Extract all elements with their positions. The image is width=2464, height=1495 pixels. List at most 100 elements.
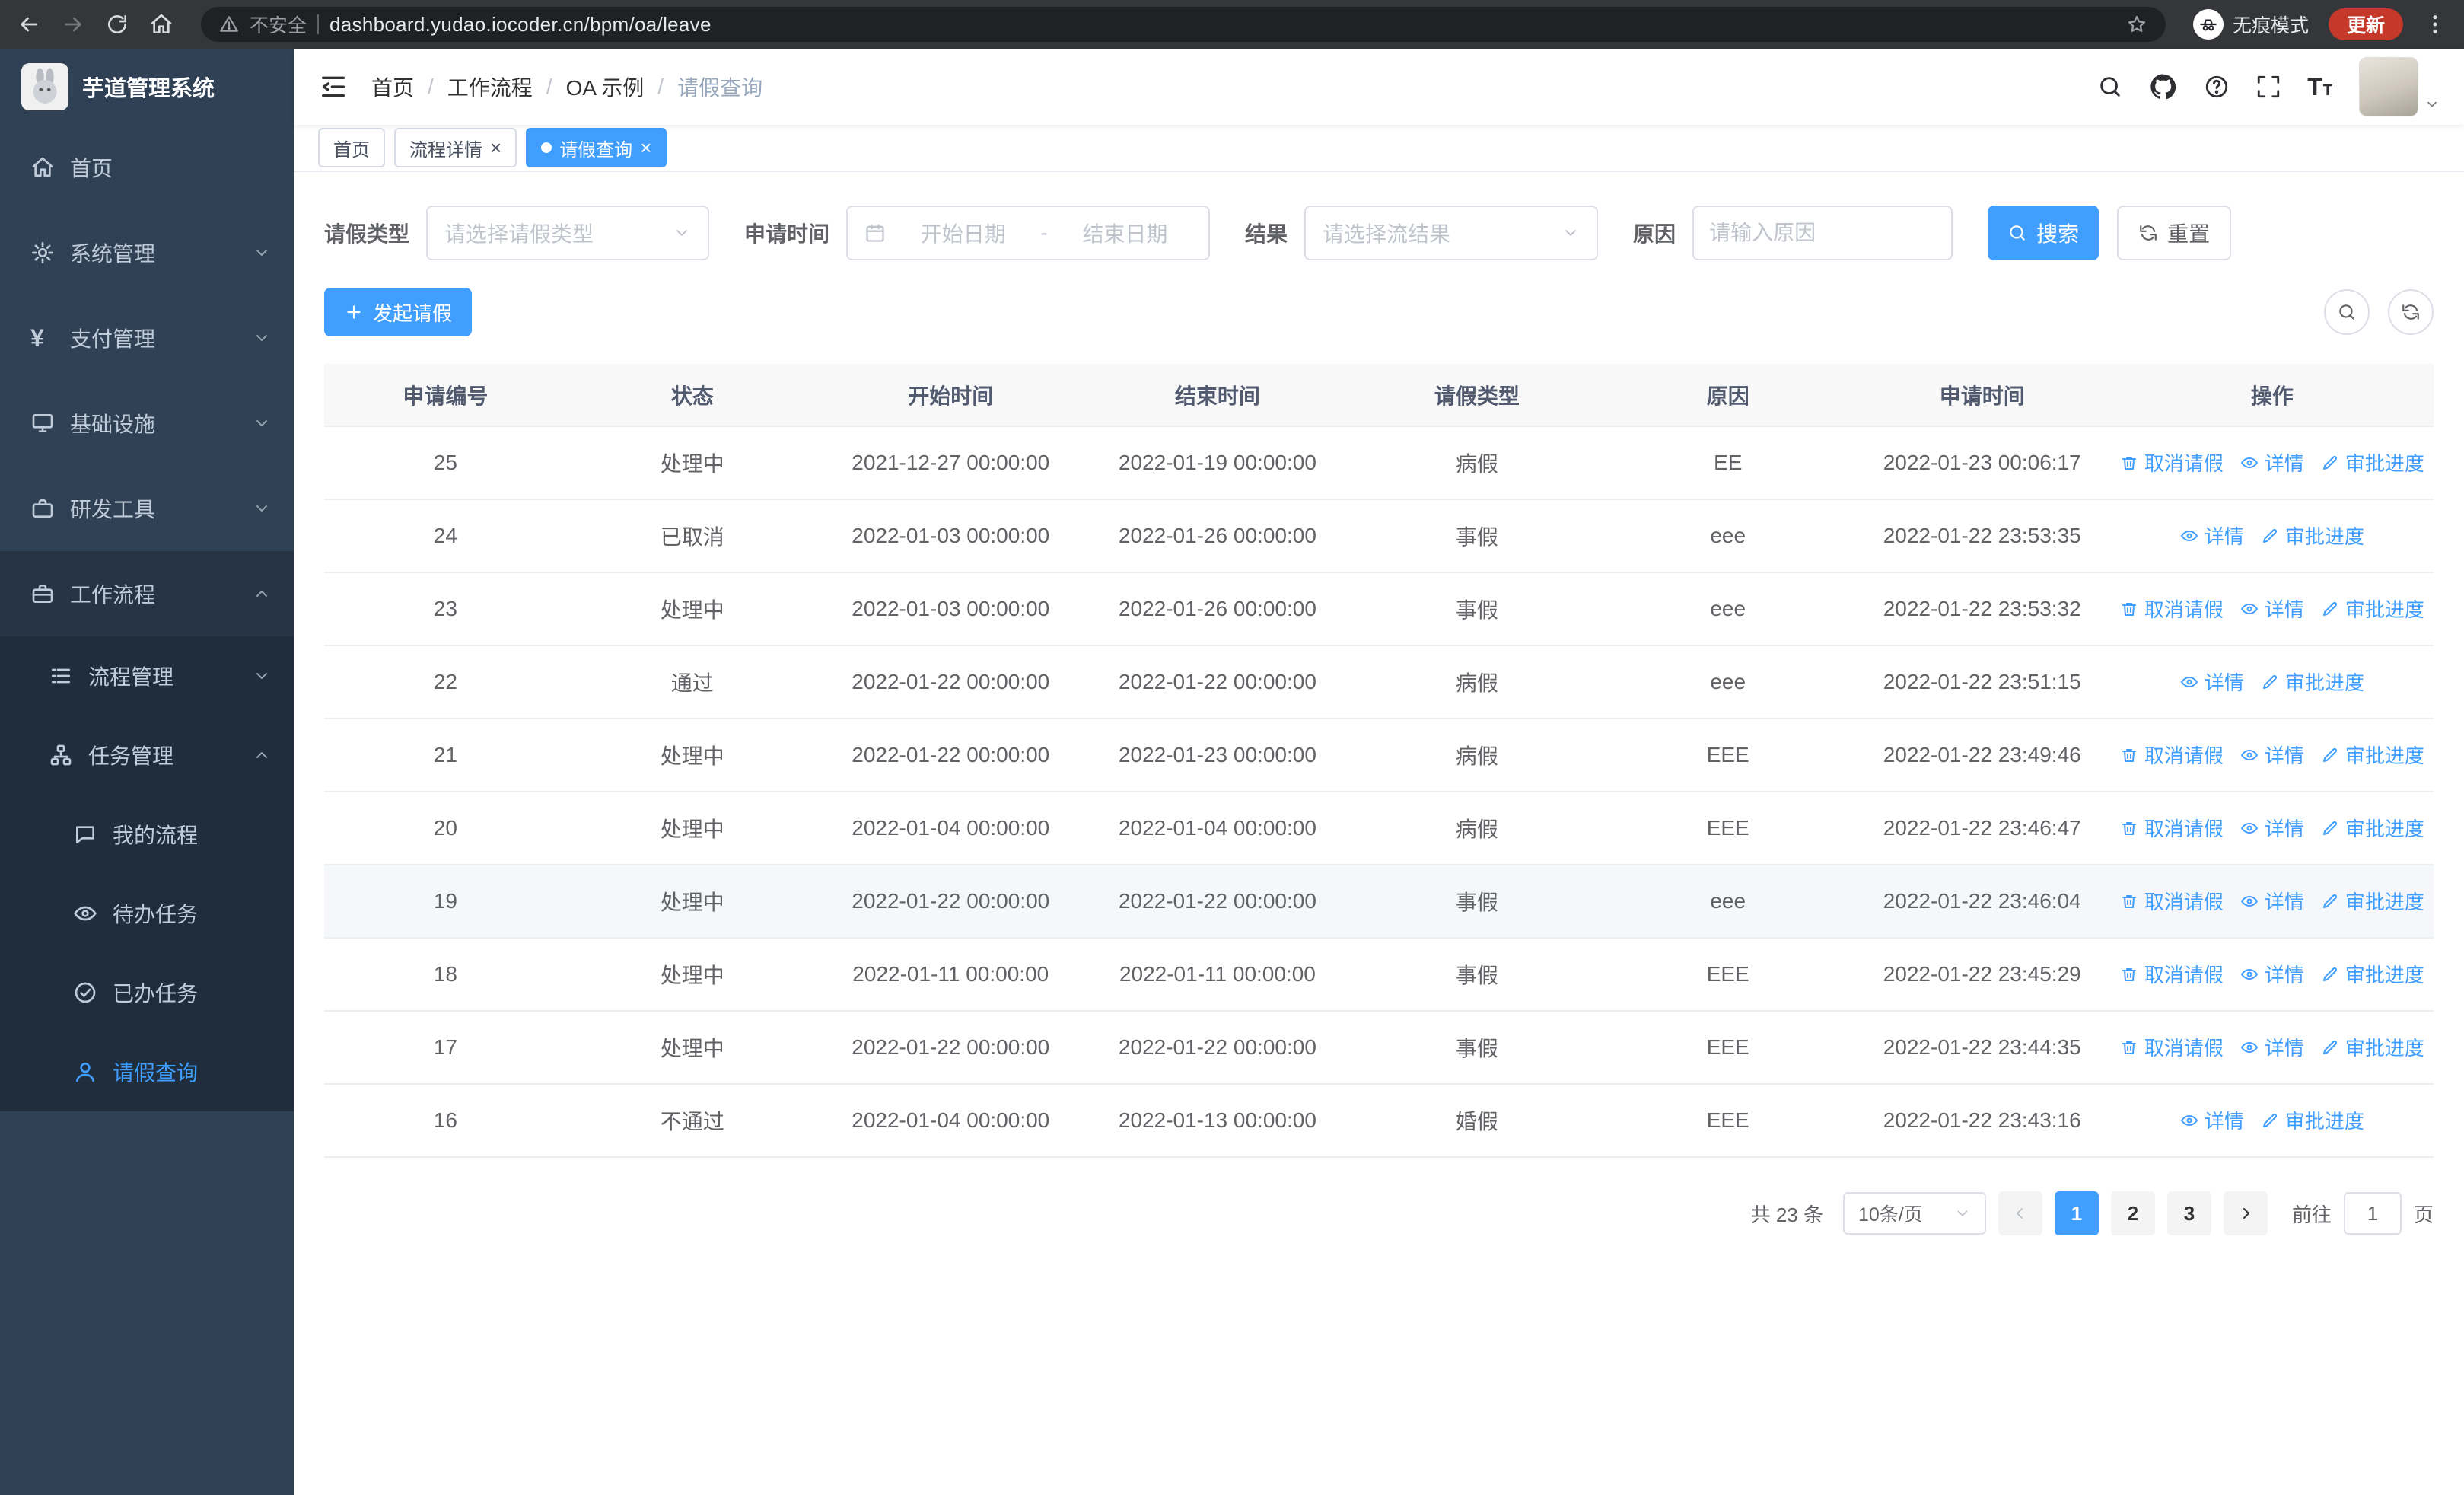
sidebar-item-payment-mgmt[interactable]: ¥ 支付管理 bbox=[0, 295, 294, 381]
cell-reason: eee bbox=[1602, 572, 1854, 646]
cell-status: 处理中 bbox=[566, 938, 818, 1012]
op-label: 审批进度 bbox=[2284, 525, 2364, 549]
cancel-leave-link[interactable]: 取消请假 bbox=[2120, 594, 2224, 623]
cancel-leave-link[interactable]: 取消请假 bbox=[2120, 814, 2224, 842]
result-label: 结果 bbox=[1245, 222, 1288, 246]
close-icon[interactable]: × bbox=[490, 138, 501, 158]
close-icon[interactable]: × bbox=[640, 138, 651, 158]
approval-progress-link[interactable]: 审批进度 bbox=[2321, 741, 2424, 769]
detail-link[interactable]: 详情 bbox=[2240, 741, 2304, 769]
approval-progress-link[interactable]: 审批进度 bbox=[2261, 1106, 2364, 1134]
approval-progress-link[interactable]: 审批进度 bbox=[2321, 1033, 2424, 1061]
op-label: 详情 bbox=[2264, 744, 2304, 768]
sidebar-item-task-mgmt[interactable]: 任务管理 bbox=[0, 716, 294, 795]
fullscreen-icon[interactable] bbox=[2255, 74, 2281, 100]
cancel-leave-link[interactable]: 取消请假 bbox=[2120, 448, 2224, 477]
op-label: 详情 bbox=[2264, 598, 2304, 622]
sidebar-item-done-tasks[interactable]: 已办任务 bbox=[0, 953, 294, 1032]
result-select[interactable]: 请选择流结果 bbox=[1304, 206, 1599, 260]
chevron-down-icon bbox=[1561, 224, 1580, 242]
cell-reason: EEE bbox=[1602, 938, 1854, 1012]
sidebar-item-process-mgmt[interactable]: 流程管理 bbox=[0, 636, 294, 716]
app-logo[interactable]: 芋道管理系统 bbox=[0, 49, 294, 125]
op-label: 详情 bbox=[2204, 525, 2244, 549]
approval-progress-link[interactable]: 审批进度 bbox=[2321, 594, 2424, 623]
tab-home[interactable]: 首页 bbox=[318, 128, 385, 167]
create-leave-button[interactable]: 发起请假 bbox=[324, 288, 473, 336]
update-button[interactable]: 更新 bbox=[2328, 8, 2403, 40]
font-size-icon[interactable]: TT bbox=[2307, 73, 2333, 101]
cancel-leave-link[interactable]: 取消请假 bbox=[2120, 887, 2224, 915]
breadcrumb-item[interactable]: OA 示例 bbox=[566, 72, 645, 102]
security-label[interactable]: 不安全 bbox=[250, 11, 307, 38]
breadcrumb-item[interactable]: 工作流程 bbox=[447, 72, 533, 102]
url-text[interactable]: dashboard.yudao.iocoder.cn/bpm/oa/leave bbox=[329, 13, 2115, 37]
page-button[interactable]: 1 bbox=[2054, 1191, 2099, 1235]
cancel-leave-link[interactable]: 取消请假 bbox=[2120, 741, 2224, 769]
tab-leave-query[interactable]: 请假查询 × bbox=[526, 128, 667, 167]
end-date-placeholder[interactable]: 结束日期 bbox=[1059, 218, 1192, 248]
approval-progress-link[interactable]: 审批进度 bbox=[2321, 448, 2424, 477]
reset-button[interactable]: 重置 bbox=[2117, 206, 2232, 260]
search-button[interactable]: 搜索 bbox=[1988, 206, 2099, 260]
detail-link[interactable]: 详情 bbox=[2240, 887, 2304, 915]
detail-link[interactable]: 详情 bbox=[2240, 594, 2304, 623]
url-bar[interactable]: 不安全 dashboard.yudao.iocoder.cn/bpm/oa/le… bbox=[201, 7, 2166, 42]
reason-input[interactable] bbox=[1709, 221, 1937, 245]
cell-reason: EEE bbox=[1602, 719, 1854, 792]
approval-progress-link[interactable]: 审批进度 bbox=[2261, 521, 2364, 550]
detail-link[interactable]: 详情 bbox=[2240, 814, 2304, 842]
help-icon[interactable] bbox=[2204, 74, 2230, 100]
sidebar-item-leave-query[interactable]: 请假查询 bbox=[0, 1032, 294, 1111]
refresh-table-button[interactable] bbox=[2388, 289, 2434, 335]
page-size-select[interactable]: 10条/页 bbox=[1842, 1192, 1986, 1235]
sidebar-item-dev-tools[interactable]: 研发工具 bbox=[0, 466, 294, 551]
github-icon[interactable] bbox=[2149, 72, 2178, 101]
sidebar-item-home[interactable]: 首页 bbox=[0, 125, 294, 210]
chevron-right-icon bbox=[2236, 1204, 2255, 1222]
sidebar-item-workflow[interactable]: 工作流程 bbox=[0, 551, 294, 636]
sidebar-item-my-processes[interactable]: 我的流程 bbox=[0, 795, 294, 874]
user-avatar[interactable] bbox=[2359, 57, 2440, 116]
toggle-search-button[interactable] bbox=[2324, 289, 2370, 335]
sidebar-item-todo-tasks[interactable]: 待办任务 bbox=[0, 874, 294, 953]
detail-link[interactable]: 详情 bbox=[2240, 1033, 2304, 1061]
column-header: 开始时间 bbox=[817, 364, 1084, 427]
cancel-leave-link[interactable]: 取消请假 bbox=[2120, 960, 2224, 988]
cell-start: 2022-01-22 00:00:00 bbox=[817, 645, 1084, 719]
detail-link[interactable]: 详情 bbox=[2240, 448, 2304, 477]
cell-reason: EEE bbox=[1602, 792, 1854, 865]
cancel-leave-link[interactable]: 取消请假 bbox=[2120, 1033, 2224, 1061]
approval-progress-link[interactable]: 审批进度 bbox=[2261, 668, 2364, 696]
detail-link[interactable]: 详情 bbox=[2240, 960, 2304, 988]
browser-home-icon[interactable] bbox=[149, 12, 173, 37]
dev-tools-icon bbox=[30, 496, 55, 521]
tab-process-detail[interactable]: 流程详情 × bbox=[394, 128, 517, 167]
cell-start: 2022-01-22 00:00:00 bbox=[817, 1011, 1084, 1085]
forward-icon[interactable] bbox=[61, 12, 85, 37]
detail-link[interactable]: 详情 bbox=[2180, 1106, 2244, 1134]
next-page-button[interactable] bbox=[2223, 1191, 2268, 1235]
approval-progress-link[interactable]: 审批进度 bbox=[2321, 814, 2424, 842]
page-button[interactable]: 3 bbox=[2166, 1191, 2211, 1235]
breadcrumb-item[interactable]: 首页 bbox=[371, 72, 414, 102]
back-icon[interactable] bbox=[17, 12, 41, 37]
prev-page-button[interactable] bbox=[1998, 1191, 2042, 1235]
reload-icon[interactable] bbox=[105, 12, 129, 37]
sidebar-item-system-mgmt[interactable]: 系统管理 bbox=[0, 210, 294, 295]
browser-menu-icon[interactable] bbox=[2423, 12, 2447, 37]
approval-progress-link[interactable]: 审批进度 bbox=[2321, 960, 2424, 988]
bookmark-star-icon[interactable] bbox=[2126, 14, 2147, 35]
approval-progress-link[interactable]: 审批进度 bbox=[2321, 887, 2424, 915]
sidebar-item-infrastructure[interactable]: 基础设施 bbox=[0, 381, 294, 466]
detail-link[interactable]: 详情 bbox=[2180, 668, 2244, 696]
page-button[interactable]: 2 bbox=[2110, 1191, 2155, 1235]
detail-link[interactable]: 详情 bbox=[2180, 521, 2244, 550]
start-date-placeholder[interactable]: 开始日期 bbox=[896, 218, 1030, 248]
leave-type-select[interactable]: 请选择请假类型 bbox=[426, 206, 710, 260]
search-icon[interactable] bbox=[2097, 74, 2123, 100]
sidebar-toggle-icon[interactable] bbox=[318, 72, 349, 102]
apply-time-range[interactable]: 开始日期 - 结束日期 bbox=[846, 206, 1211, 260]
incognito-badge: 无痕模式 bbox=[2192, 9, 2309, 40]
goto-page-input[interactable] bbox=[2343, 1192, 2402, 1235]
